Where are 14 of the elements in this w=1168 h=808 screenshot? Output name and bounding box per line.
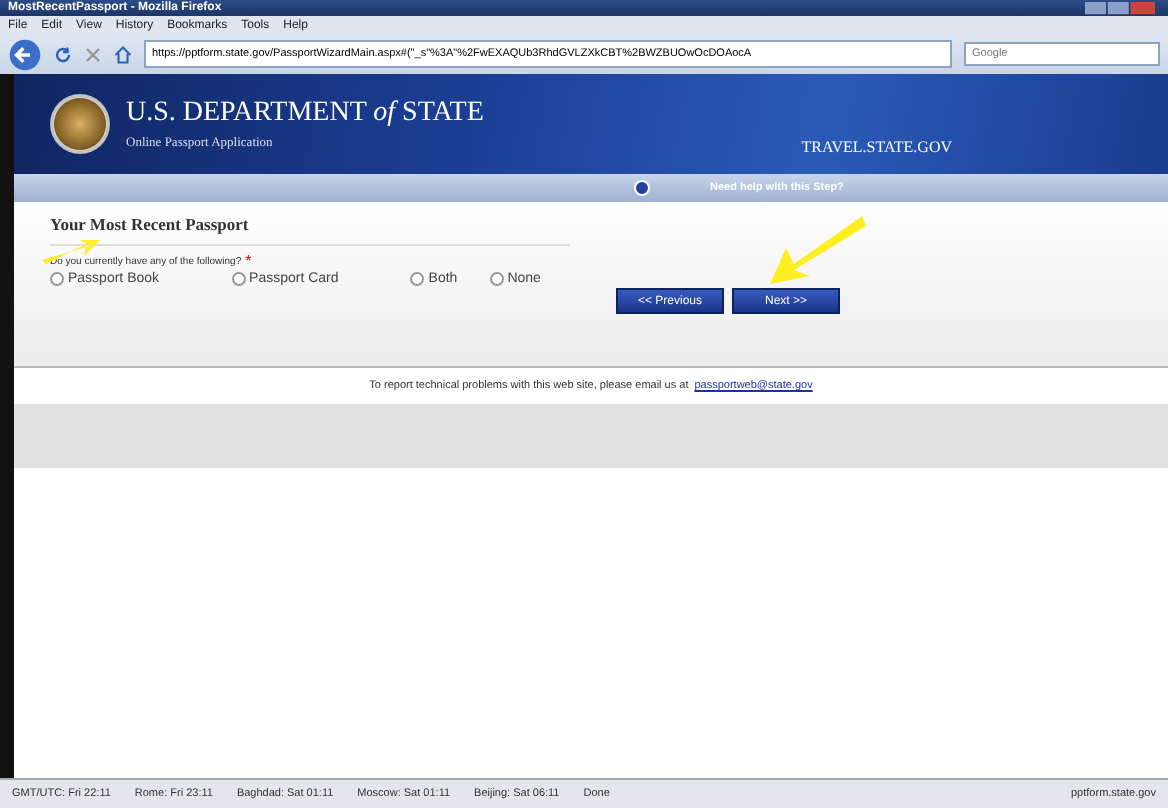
radio-button[interactable]	[50, 272, 64, 286]
site-link[interactable]: TRAVEL.STATE.GOV	[801, 137, 952, 155]
seal-icon	[50, 94, 110, 154]
required-mark: *	[245, 256, 252, 268]
help-icon[interactable]	[634, 180, 650, 196]
back-icon[interactable]	[8, 37, 42, 71]
window-controls-icon[interactable]	[1080, 1, 1160, 15]
form-heading: Your Most Recent Passport	[50, 214, 570, 246]
reload-icon[interactable]	[54, 45, 72, 63]
radio-button[interactable]	[489, 272, 504, 286]
radio-button[interactable]	[410, 272, 425, 286]
radio-button[interactable]	[231, 272, 246, 286]
home-icon[interactable]	[114, 45, 132, 63]
site-title: U.S. DEPARTMENT of STATE	[126, 98, 486, 130]
